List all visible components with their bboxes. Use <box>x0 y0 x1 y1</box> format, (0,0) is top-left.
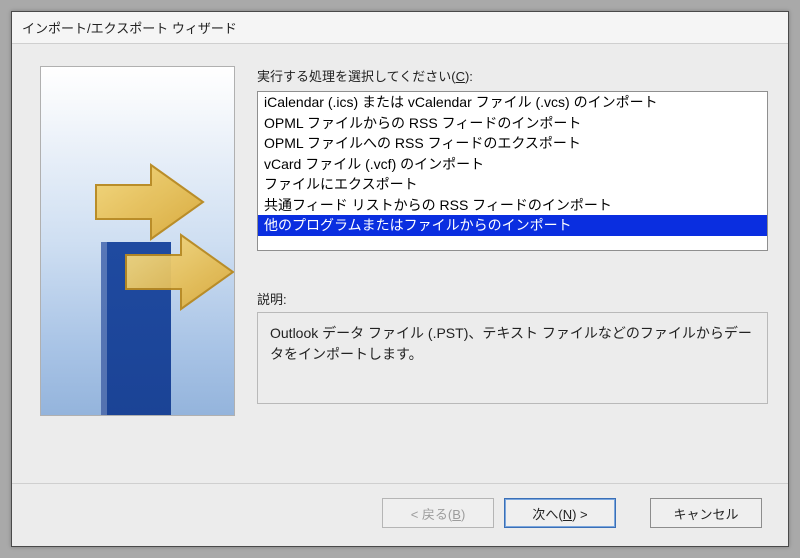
next-button[interactable]: 次へ(N) > <box>504 498 616 528</box>
arrow-icon <box>121 227 235 317</box>
button-gap <box>626 498 640 528</box>
action-prompt-label: 実行する処理を選択してください(C): <box>257 66 768 85</box>
cancel-button[interactable]: キャンセル <box>650 498 762 528</box>
action-listbox[interactable]: iCalendar (.ics) または vCalendar ファイル (.vc… <box>257 91 768 251</box>
next-button-post: ) > <box>572 507 588 522</box>
dialog-upper: 実行する処理を選択してください(C): iCalendar (.ics) または… <box>12 44 788 483</box>
description-label: 説明: <box>257 289 768 308</box>
next-button-accel: N <box>563 507 572 522</box>
back-button-post: ) <box>461 507 465 522</box>
description-box: Outlook データ ファイル (.PST)、テキスト ファイルなどのファイル… <box>257 312 768 404</box>
list-item[interactable]: iCalendar (.ics) または vCalendar ファイル (.vc… <box>258 92 767 113</box>
wizard-decorative-image <box>40 66 235 416</box>
list-item[interactable]: vCard ファイル (.vcf) のインポート <box>258 154 767 175</box>
dialog-content: 実行する処理を選択してください(C): iCalendar (.ics) または… <box>12 44 788 546</box>
list-item[interactable]: OPML ファイルからの RSS フィードのインポート <box>258 113 767 134</box>
next-button-pre: 次へ( <box>532 507 562 522</box>
back-button: < 戻る(B) <box>382 498 494 528</box>
prompt-text-pre: 実行する処理を選択してください( <box>257 69 456 84</box>
prompt-text-post: ): <box>465 69 473 84</box>
list-item[interactable]: ファイルにエクスポート <box>258 174 767 195</box>
list-item[interactable]: OPML ファイルへの RSS フィードのエクスポート <box>258 133 767 154</box>
back-button-pre: < 戻る( <box>411 507 453 522</box>
import-export-wizard-dialog: インポート/エクスポート ウィザード <box>11 11 789 547</box>
dialog-button-row: < 戻る(B) 次へ(N) > キャンセル <box>12 483 788 546</box>
back-button-accel: B <box>452 507 461 522</box>
dialog-title: インポート/エクスポート ウィザード <box>12 12 788 44</box>
list-item[interactable]: 共通フィード リストからの RSS フィードのインポート <box>258 195 767 216</box>
prompt-accelerator: C <box>456 69 465 84</box>
wizard-right-pane: 実行する処理を選択してください(C): iCalendar (.ics) または… <box>257 66 768 473</box>
list-item[interactable]: 他のプログラムまたはファイルからのインポート <box>258 215 767 236</box>
